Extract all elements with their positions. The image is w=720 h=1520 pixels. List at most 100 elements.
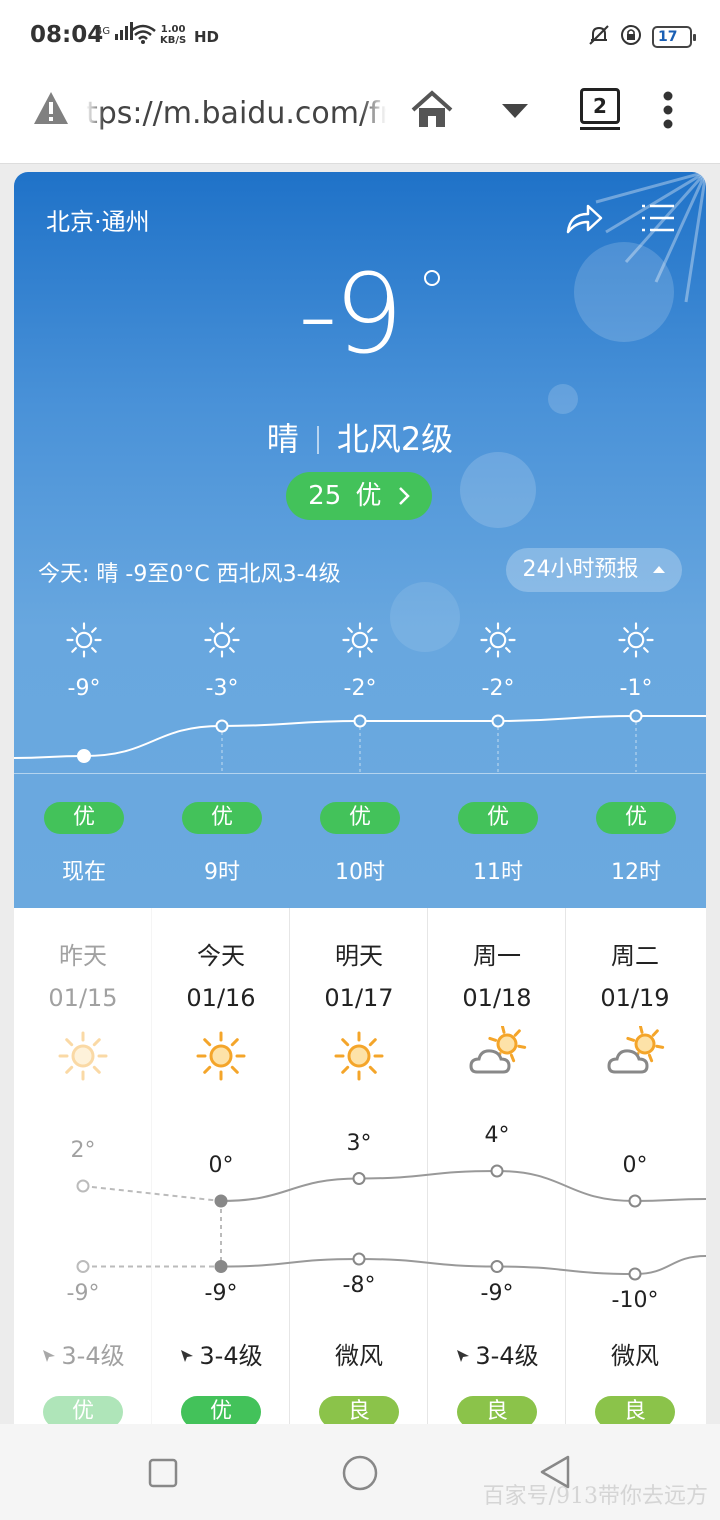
daily-low-temp: -9° xyxy=(66,1280,100,1306)
hourly-aqi-badge: 优 xyxy=(320,802,400,834)
daily-low-temp: -10° xyxy=(611,1288,659,1313)
today-summary: 今天: 晴 -9至0°C 西北风3-4级 xyxy=(38,562,341,587)
daily-column[interactable]: 昨天 01/15 2° -9° 3-4级优 xyxy=(14,908,152,1424)
weather-sky-panel: 北京·通州 -9 晴北风2级 25 优 今天: 晴 -9至0°C 西北风3-4级… xyxy=(14,172,706,908)
condition-line: 晴北风2级 xyxy=(14,414,706,460)
wifi-icon xyxy=(130,24,156,48)
daily-date: 01/18 xyxy=(462,984,532,1012)
home-button[interactable] xyxy=(341,1454,379,1496)
sun-icon xyxy=(172,622,272,666)
daily-high-temp: 4° xyxy=(484,1123,510,1148)
sun-icon xyxy=(310,622,410,666)
daily-date: 01/15 xyxy=(48,984,118,1012)
sun-icon xyxy=(34,622,134,666)
condition-divider xyxy=(316,426,319,454)
hourly-point xyxy=(77,749,91,763)
hourly-point xyxy=(491,714,505,728)
hourly-aqi-badge: 优 xyxy=(44,802,124,834)
hourly-time: 12时 xyxy=(611,860,661,885)
aqi-value: 25 xyxy=(308,481,342,511)
daily-aqi-badge: 良 xyxy=(595,1396,675,1424)
daily-column[interactable]: 周二 01/19 0° -10° 微风良 xyxy=(566,908,704,1424)
status-time: 08:04 xyxy=(30,22,104,48)
hourly-time: 9时 xyxy=(204,860,240,885)
daily-high-temp: 3° xyxy=(346,1130,372,1156)
hourly-aqi-badge: 优 xyxy=(182,802,262,834)
partly-cloudy-icon xyxy=(605,1026,665,1086)
forecast-24h-button[interactable]: 24小时预报 xyxy=(506,548,682,592)
hourly-temp-chart xyxy=(14,709,706,772)
home-icon[interactable] xyxy=(410,90,454,134)
browser-address-bar: tps://m.baidu.com/fro 2 xyxy=(0,76,720,164)
sun-icon xyxy=(586,622,686,666)
daily-aqi-badge: 优 xyxy=(181,1396,261,1424)
daily-day-name: 今天 xyxy=(197,942,245,970)
daily-high-temp: 0° xyxy=(208,1153,234,1178)
hourly-point xyxy=(629,709,643,723)
hd-icon: HD xyxy=(194,28,220,46)
dropdown-icon[interactable] xyxy=(500,102,530,124)
watermark: 百家号/913带你去远方 xyxy=(482,1484,708,1509)
hourly-time: 11时 xyxy=(473,860,523,885)
wind-direction-icon xyxy=(41,1342,57,1370)
daily-date: 01/16 xyxy=(186,984,256,1012)
chevron-right-icon xyxy=(398,481,410,511)
weather-card: 北京·通州 -9 晴北风2级 25 优 今天: 晴 -9至0°C 西北风3-4级… xyxy=(14,172,706,1424)
hourly-aqi-badge: 优 xyxy=(458,802,538,834)
daily-forecast: 昨天 01/15 2° -9° 3-4级优 今天 01/16 0° -9° 3-4级优 明天 01/1… xyxy=(14,908,706,1424)
aqi-label: 优 xyxy=(355,481,382,511)
daily-wind: 3-4级 xyxy=(14,1336,152,1371)
daily-wind: 3-4级 xyxy=(152,1336,290,1371)
status-bar: 08:04 4G 1.00 KB/S HD 17 xyxy=(0,0,720,76)
net-speed: 1.00 KB/S xyxy=(160,24,186,46)
url-field[interactable]: tps://m.baidu.com/fro xyxy=(86,96,386,131)
warning-icon[interactable] xyxy=(32,90,70,130)
share-icon[interactable] xyxy=(564,202,604,240)
daily-wind: 微风 xyxy=(335,1342,383,1370)
sun-icon xyxy=(53,1026,113,1086)
degree-symbol xyxy=(424,270,440,286)
list-menu-icon[interactable] xyxy=(640,202,676,238)
daily-day-name: 周一 xyxy=(473,942,521,970)
aqi-button[interactable]: 25 优 xyxy=(286,472,432,520)
recent-apps-button[interactable] xyxy=(148,1458,178,1492)
more-options-icon[interactable] xyxy=(662,90,674,134)
rotation-lock-icon xyxy=(620,24,642,50)
sun-icon xyxy=(191,1026,251,1086)
daily-aqi-badge: 优 xyxy=(43,1396,123,1424)
daily-column[interactable]: 今天 01/16 0° -9° 3-4级优 xyxy=(152,908,290,1424)
daily-column[interactable]: 明天 01/17 3° -8° 微风良 xyxy=(290,908,428,1424)
sun-glow xyxy=(460,452,536,528)
partly-cloudy-icon xyxy=(467,1026,527,1086)
sun-rays xyxy=(595,172,706,303)
sun-icon xyxy=(329,1026,389,1086)
daily-aqi-badge: 良 xyxy=(319,1396,399,1424)
condition-label: 晴 xyxy=(266,420,299,458)
status-right: 17 xyxy=(588,24,696,50)
tab-switcher-button[interactable]: 2 xyxy=(580,88,620,130)
sun-glow xyxy=(548,384,578,414)
hourly-aqi-badge: 优 xyxy=(596,802,676,834)
daily-high-temp: 2° xyxy=(70,1138,96,1163)
daily-day-name: 昨天 xyxy=(59,942,107,970)
daily-day-name: 明天 xyxy=(335,942,383,970)
daily-aqi-badge: 良 xyxy=(457,1396,537,1424)
daily-date: 01/19 xyxy=(600,984,670,1012)
wind-label: 北风2级 xyxy=(336,420,454,458)
location-label[interactable]: 北京·通州 xyxy=(46,202,150,237)
wind-direction-icon xyxy=(455,1342,471,1370)
hourly-time: 现在 xyxy=(61,860,106,885)
hourly-point xyxy=(215,719,229,733)
daily-column[interactable]: 周一 01/18 4° -9° 3-4级良 xyxy=(428,908,566,1424)
forecast-24h-label: 24小时预报 xyxy=(522,557,639,582)
hourly-point xyxy=(353,714,367,728)
battery-icon: 17 xyxy=(652,26,696,48)
daily-low-temp: -8° xyxy=(342,1273,376,1298)
daily-wind: 微风 xyxy=(611,1342,659,1370)
daily-wind: 3-4级 xyxy=(428,1336,566,1371)
hourly-baseline xyxy=(14,773,706,774)
current-temperature: -9 xyxy=(298,250,404,378)
net-speed-unit: KB/S xyxy=(160,35,187,46)
sun-icon xyxy=(448,622,548,666)
hourly-time: 10时 xyxy=(335,860,385,885)
